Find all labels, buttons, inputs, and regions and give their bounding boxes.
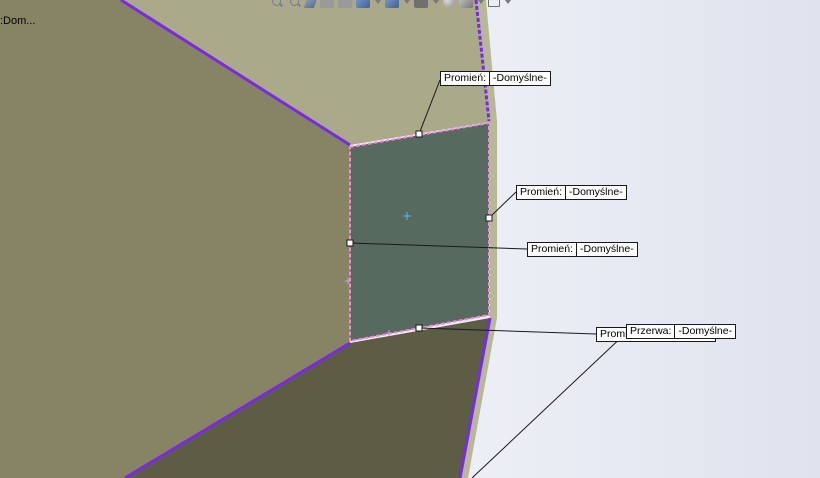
- callout-label: Promień:: [528, 243, 578, 256]
- handle-right[interactable]: [485, 214, 493, 222]
- graphics-area[interactable]: :Dom... Promień: -Domyślne- Promień: -Do…: [0, 0, 820, 478]
- view-orientation-icon[interactable]: [356, 0, 370, 8]
- model-view[interactable]: [0, 0, 820, 478]
- display-style-dropdown-icon[interactable]: [403, 0, 410, 8]
- previous-view-icon[interactable]: [303, 0, 319, 8]
- hide-show-items-icon[interactable]: [414, 0, 428, 8]
- callout-label: Promień:: [441, 72, 491, 85]
- apply-scene-dropdown-icon[interactable]: [477, 0, 484, 8]
- display-style-icon[interactable]: [385, 0, 399, 8]
- heads-up-view-toolbar: [270, 0, 511, 9]
- callout-value[interactable]: -Domyślne-: [675, 325, 735, 338]
- handle-left[interactable]: [346, 239, 354, 247]
- feature-tree-label[interactable]: :Dom...: [0, 15, 35, 27]
- view-settings-dropdown-icon[interactable]: [504, 0, 511, 8]
- callout-value[interactable]: -Domyślne-: [490, 72, 550, 85]
- edit-appearance-icon[interactable]: [443, 0, 455, 8]
- dynamic-annotation-icon[interactable]: [338, 0, 352, 8]
- zoom-to-fit-icon[interactable]: [270, 0, 284, 8]
- callout-promien-1[interactable]: Promień: -Domyślne-: [440, 71, 551, 86]
- apply-scene-icon[interactable]: [459, 0, 473, 8]
- handle-bottom[interactable]: [415, 324, 423, 332]
- callout-value[interactable]: -Domyślne-: [577, 243, 637, 256]
- callout-label: Promień:: [517, 186, 567, 199]
- callout-przerwa[interactable]: Przerwa: -Domyślne-: [626, 324, 737, 339]
- section-view-icon[interactable]: [320, 0, 334, 8]
- handle-top[interactable]: [415, 130, 423, 138]
- callout-value[interactable]: -Domyślne-: [566, 186, 626, 199]
- callout-label: Przerwa:: [627, 325, 676, 338]
- callout-promien-3[interactable]: Promień: -Domyślne-: [527, 242, 638, 257]
- view-orientation-dropdown-icon[interactable]: [374, 0, 381, 8]
- zoom-to-area-icon[interactable]: [288, 0, 302, 8]
- selected-face[interactable]: [350, 123, 489, 341]
- callout-promien-2[interactable]: Promień: -Domyślne-: [516, 185, 627, 200]
- view-settings-icon[interactable]: [488, 0, 500, 7]
- hide-show-dropdown-icon[interactable]: [432, 0, 439, 8]
